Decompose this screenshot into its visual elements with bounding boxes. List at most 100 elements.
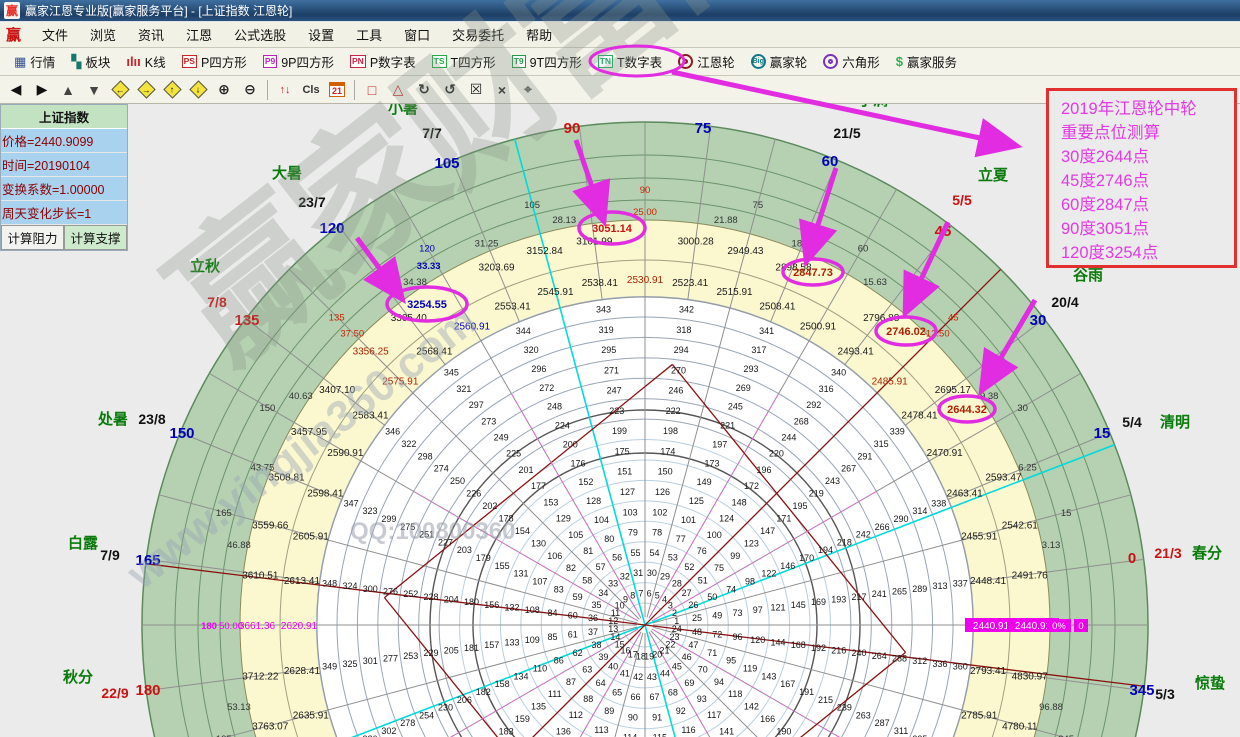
- svg-text:124: 124: [719, 514, 734, 524]
- shift-left-button[interactable]: ←: [108, 79, 132, 101]
- svg-text:2440.91: 2440.91: [973, 621, 1010, 632]
- page-up-button[interactable]: ▲: [56, 79, 80, 101]
- calc-support-button[interactable]: 计算支撑: [64, 225, 127, 250]
- svg-text:122: 122: [761, 569, 776, 579]
- svg-text:2793.41: 2793.41: [970, 666, 1007, 677]
- svg-text:230: 230: [438, 703, 453, 713]
- svg-text:273: 273: [481, 416, 496, 426]
- menu-item-3[interactable]: 江恩: [175, 25, 223, 44]
- svg-text:29: 29: [660, 572, 670, 582]
- menu-item-9[interactable]: 帮助: [515, 25, 563, 44]
- svg-text:191: 191: [799, 687, 814, 697]
- rotate-cw-button[interactable]: ↻: [412, 79, 436, 101]
- svg-text:290: 290: [894, 514, 909, 524]
- menu-item-8[interactable]: 交易委托: [441, 25, 515, 44]
- cls-button[interactable]: Cls: [299, 79, 323, 101]
- svg-text:343: 343: [596, 305, 611, 315]
- menu-item-4[interactable]: 公式选股: [223, 25, 297, 44]
- svg-text:22/9: 22/9: [101, 685, 128, 701]
- svg-text:30: 30: [1017, 403, 1028, 414]
- shift-up-button[interactable]: ↑: [160, 79, 184, 101]
- svg-text:2500.91: 2500.91: [800, 321, 837, 332]
- svg-text:2523.41: 2523.41: [672, 278, 709, 289]
- svg-text:24: 24: [672, 624, 682, 634]
- calc-resistance-button[interactable]: 计算阻力: [1, 225, 64, 250]
- rect-tool-button[interactable]: □: [360, 79, 384, 101]
- shift-down-button[interactable]: ↓: [186, 79, 210, 101]
- menu-item-1[interactable]: 浏览: [79, 25, 127, 44]
- updown-button[interactable]: ↑↓: [273, 79, 297, 101]
- svg-text:3.13: 3.13: [1042, 540, 1061, 551]
- menu-item-0[interactable]: 文件: [31, 25, 79, 44]
- svg-text:2530.91: 2530.91: [627, 275, 664, 286]
- svg-text:20/4: 20/4: [1051, 294, 1078, 310]
- svg-text:314: 314: [912, 506, 927, 516]
- info-box-line: 60度2847点: [1061, 193, 1230, 217]
- app-logo-icon: 赢: [4, 2, 20, 19]
- page-down-button[interactable]: ▼: [82, 79, 106, 101]
- triangle-tool-button[interactable]: △: [386, 79, 410, 101]
- menu-item-2[interactable]: 资讯: [127, 25, 175, 44]
- next-button[interactable]: ▶: [30, 79, 54, 101]
- svg-text:43.75: 43.75: [251, 463, 275, 474]
- pointer-tool-button[interactable]: ⌖: [516, 79, 540, 101]
- svg-text:93: 93: [697, 694, 707, 704]
- center-x-button[interactable]: ×: [490, 79, 514, 101]
- svg-text:156: 156: [484, 600, 499, 610]
- zoom-in-button[interactable]: ⊕: [212, 79, 236, 101]
- menu-item-5[interactable]: 设置: [297, 25, 345, 44]
- calendar-button[interactable]: 21: [325, 79, 349, 101]
- p-square-button[interactable]: PSP四方形: [174, 50, 255, 74]
- info-box-line: 2019年江恩轮中轮: [1061, 97, 1230, 121]
- svg-text:316: 316: [819, 384, 834, 394]
- winner-service-button[interactable]: $赢家服务: [888, 50, 965, 74]
- menu-item-7[interactable]: 窗口: [393, 25, 441, 44]
- svg-text:28.13: 28.13: [552, 215, 576, 226]
- svg-text:348: 348: [322, 578, 337, 588]
- svg-text:54: 54: [650, 548, 660, 558]
- svg-text:300: 300: [363, 584, 378, 594]
- menu-bar: 赢 文件浏览资讯江恩公式选股设置工具窗口交易委托帮助: [0, 22, 1240, 48]
- svg-text:158: 158: [495, 679, 510, 689]
- svg-text:30: 30: [1030, 312, 1047, 329]
- winner-wheel-button[interactable]: Big赢家轮: [743, 50, 816, 74]
- svg-text:2545.91: 2545.91: [537, 287, 574, 298]
- svg-text:18.75: 18.75: [792, 239, 816, 250]
- hexagon-button[interactable]: 六角形: [815, 50, 888, 74]
- svg-text:200: 200: [563, 439, 578, 449]
- svg-text:4830.97: 4830.97: [1012, 672, 1049, 683]
- svg-text:2491.76: 2491.76: [1012, 570, 1049, 581]
- svg-text:2493.41: 2493.41: [838, 346, 875, 357]
- svg-text:102: 102: [652, 507, 667, 517]
- prev-button[interactable]: ◀: [4, 79, 28, 101]
- zoom-out-button[interactable]: ⊖: [238, 79, 262, 101]
- svg-text:113: 113: [594, 725, 608, 735]
- key-levels-info-box: 2019年江恩轮中轮重要点位测算30度2644点45度2746点60度2847点…: [1046, 88, 1237, 268]
- sectors-button[interactable]: ▚板块: [63, 50, 118, 74]
- toolbar-label: T四方形: [451, 52, 496, 71]
- svg-text:84: 84: [548, 608, 558, 618]
- svg-text:194: 194: [818, 545, 833, 555]
- dollar-icon: $: [896, 54, 903, 69]
- svg-text:319: 319: [599, 325, 614, 335]
- svg-text:67: 67: [650, 692, 660, 702]
- 9t-square-button[interactable]: T99T四方形: [504, 50, 590, 74]
- t-number-table-button[interactable]: TNT数字表: [590, 50, 670, 74]
- shift-right-button[interactable]: →: [134, 79, 158, 101]
- svg-text:313: 313: [933, 581, 948, 591]
- p-number-table-button[interactable]: PNP数字表: [342, 50, 424, 74]
- gann-wheel-button[interactable]: 江恩轮: [670, 50, 743, 74]
- kline-button[interactable]: ılııK线: [118, 50, 173, 74]
- t-square-button[interactable]: TST四方形: [424, 50, 504, 74]
- quotes-button[interactable]: ▦行情: [6, 50, 63, 74]
- menu-item-6[interactable]: 工具: [345, 25, 393, 44]
- 9p-square-button[interactable]: P99P四方形: [255, 50, 342, 74]
- p9-box-icon: P9: [263, 55, 277, 68]
- svg-text:26: 26: [688, 600, 698, 610]
- svg-text:125: 125: [689, 496, 704, 506]
- svg-text:2583.41: 2583.41: [352, 410, 389, 421]
- svg-text:128: 128: [586, 496, 601, 506]
- svg-text:244: 244: [781, 433, 796, 443]
- rotate-ccw-button[interactable]: ↺: [438, 79, 462, 101]
- box-x-button[interactable]: ☒: [464, 79, 488, 101]
